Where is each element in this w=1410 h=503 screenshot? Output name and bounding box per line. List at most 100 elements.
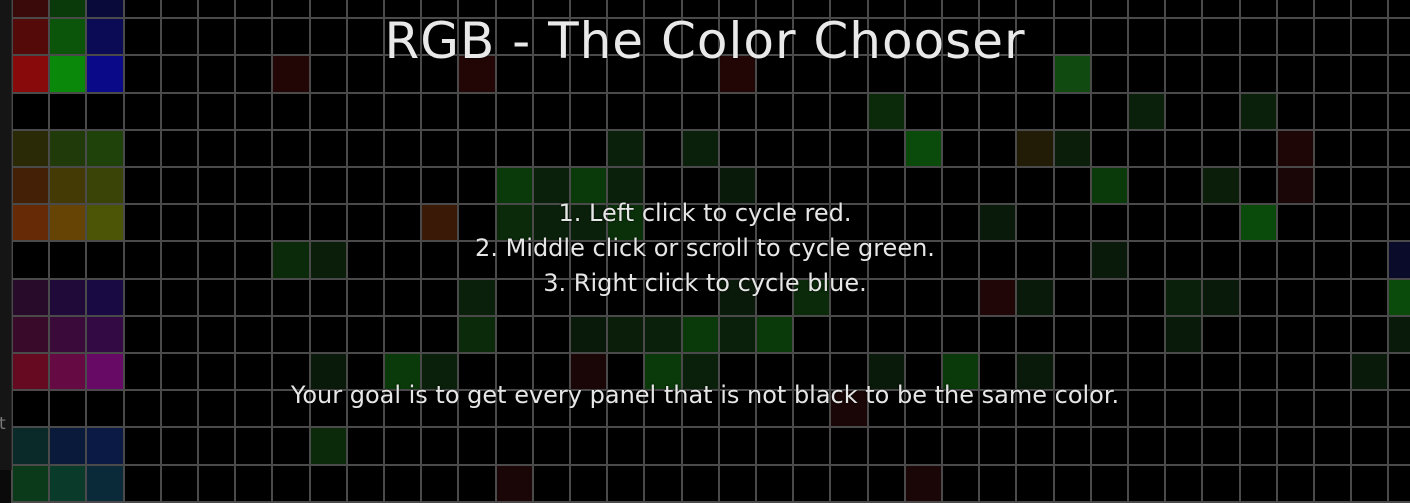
panel-r1-c15[interactable] [569,17,609,57]
panel-r9-c29[interactable] [1089,314,1129,354]
panel-r6-c27[interactable] [1015,203,1055,243]
panel-r3-c25[interactable] [941,91,981,131]
panel-r9-c23[interactable] [866,314,906,354]
panel-r6-c15[interactable] [569,203,609,243]
panel-r6-c26[interactable] [978,203,1018,243]
panel-r10-c17[interactable] [643,352,683,392]
panel-r1-c31[interactable] [1164,17,1204,57]
panel-r8-c23[interactable] [866,277,906,317]
panel-r3-c29[interactable] [1089,91,1129,131]
panel-r11-c14[interactable] [531,389,571,429]
panel-r3-c22[interactable] [829,91,869,131]
panel-r7-c15[interactable] [569,240,609,280]
panel-r7-c4[interactable] [159,240,199,280]
panel-r9-c22[interactable] [829,314,869,354]
panel-r7-c7[interactable] [271,240,311,280]
panel-r10-c20[interactable] [755,352,795,392]
panel-r9-c36[interactable] [1350,314,1390,354]
panel-r6-c4[interactable] [159,203,199,243]
panel-r7-c20[interactable] [755,240,795,280]
panel-r11-c27[interactable] [1015,389,1055,429]
panel-r12-c34[interactable] [1275,426,1315,466]
panel-r7-c11[interactable] [420,240,460,280]
panel-r10-c28[interactable] [1052,352,1092,392]
panel-r6-c1[interactable] [48,203,88,243]
panel-r7-c9[interactable] [345,240,385,280]
panel-r2-c36[interactable] [1350,54,1390,94]
panel-r4-c24[interactable] [903,128,943,168]
panel-r13-c3[interactable] [122,463,162,503]
panel-r9-c20[interactable] [755,314,795,354]
panel-r6-c31[interactable] [1164,203,1204,243]
panel-r11-c11[interactable] [420,389,460,429]
panel-r1-c20[interactable] [755,17,795,57]
panel-r8-c36[interactable] [1350,277,1390,317]
panel-r11-c1[interactable] [48,389,88,429]
panel-r2-c2[interactable] [85,54,125,94]
panel-r9-c32[interactable] [1201,314,1241,354]
panel-r12-c6[interactable] [234,426,274,466]
panel-r4-c14[interactable] [531,128,571,168]
panel-r8-c22[interactable] [829,277,869,317]
panel-r1-c2[interactable] [85,17,125,57]
panel-r5-c12[interactable] [457,166,497,206]
panel-r9-c1[interactable] [48,314,88,354]
panel-r6-c10[interactable] [383,203,423,243]
panel-r13-c14[interactable] [531,463,571,503]
panel-r7-c13[interactable] [494,240,534,280]
panel-r5-c3[interactable] [122,166,162,206]
panel-r1-c19[interactable] [717,17,757,57]
panel-r11-c17[interactable] [643,389,683,429]
panel-r13-c24[interactable] [903,463,943,503]
panel-r5-c8[interactable] [308,166,348,206]
panel-r7-c19[interactable] [717,240,757,280]
panel-r8-c28[interactable] [1052,277,1092,317]
panel-r13-c2[interactable] [85,463,125,503]
panel-r2-c23[interactable] [866,54,906,94]
panel-r3-c30[interactable] [1127,91,1167,131]
panel-r11-c6[interactable] [234,389,274,429]
panel-r8-c11[interactable] [420,277,460,317]
panel-r3-c4[interactable] [159,91,199,131]
panel-r12-c19[interactable] [717,426,757,466]
panel-r11-c22[interactable] [829,389,869,429]
panel-r7-c6[interactable] [234,240,274,280]
panel-r6-c21[interactable] [792,203,832,243]
panel-r1-c5[interactable] [197,17,237,57]
panel-r6-c33[interactable] [1238,203,1278,243]
panel-r2-c3[interactable] [122,54,162,94]
panel-r4-c22[interactable] [829,128,869,168]
panel-r9-c13[interactable] [494,314,534,354]
panel-r7-c33[interactable] [1238,240,1278,280]
panel-r13-c15[interactable] [569,463,609,503]
panel-r13-c5[interactable] [197,463,237,503]
panel-r8-c35[interactable] [1313,277,1353,317]
panel-r3-c24[interactable] [903,91,943,131]
panel-r7-c35[interactable] [1313,240,1353,280]
panel-r12-c26[interactable] [978,426,1018,466]
panel-r8-c2[interactable] [85,277,125,317]
panel-r13-c25[interactable] [941,463,981,503]
panel-r9-c2[interactable] [85,314,125,354]
panel-r3-c11[interactable] [420,91,460,131]
panel-r10-c3[interactable] [122,352,162,392]
panel-r1-c22[interactable] [829,17,869,57]
panel-r10-c23[interactable] [866,352,906,392]
panel-r2-c20[interactable] [755,54,795,94]
panel-r11-c35[interactable] [1313,389,1353,429]
panel-r13-c32[interactable] [1201,463,1241,503]
panel-r4-c21[interactable] [792,128,832,168]
panel-r4-c8[interactable] [308,128,348,168]
panel-r5-c33[interactable] [1238,166,1278,206]
panel-r9-c12[interactable] [457,314,497,354]
panel-r8-c0[interactable] [11,277,51,317]
panel-r10-c5[interactable] [197,352,237,392]
panel-r10-c29[interactable] [1089,352,1129,392]
panel-r4-c28[interactable] [1052,128,1092,168]
panel-r1-c8[interactable] [308,17,348,57]
panel-r8-c19[interactable] [717,277,757,317]
panel-r11-c20[interactable] [755,389,795,429]
panel-r13-c30[interactable] [1127,463,1167,503]
panel-r6-c24[interactable] [903,203,943,243]
panel-r12-c3[interactable] [122,426,162,466]
